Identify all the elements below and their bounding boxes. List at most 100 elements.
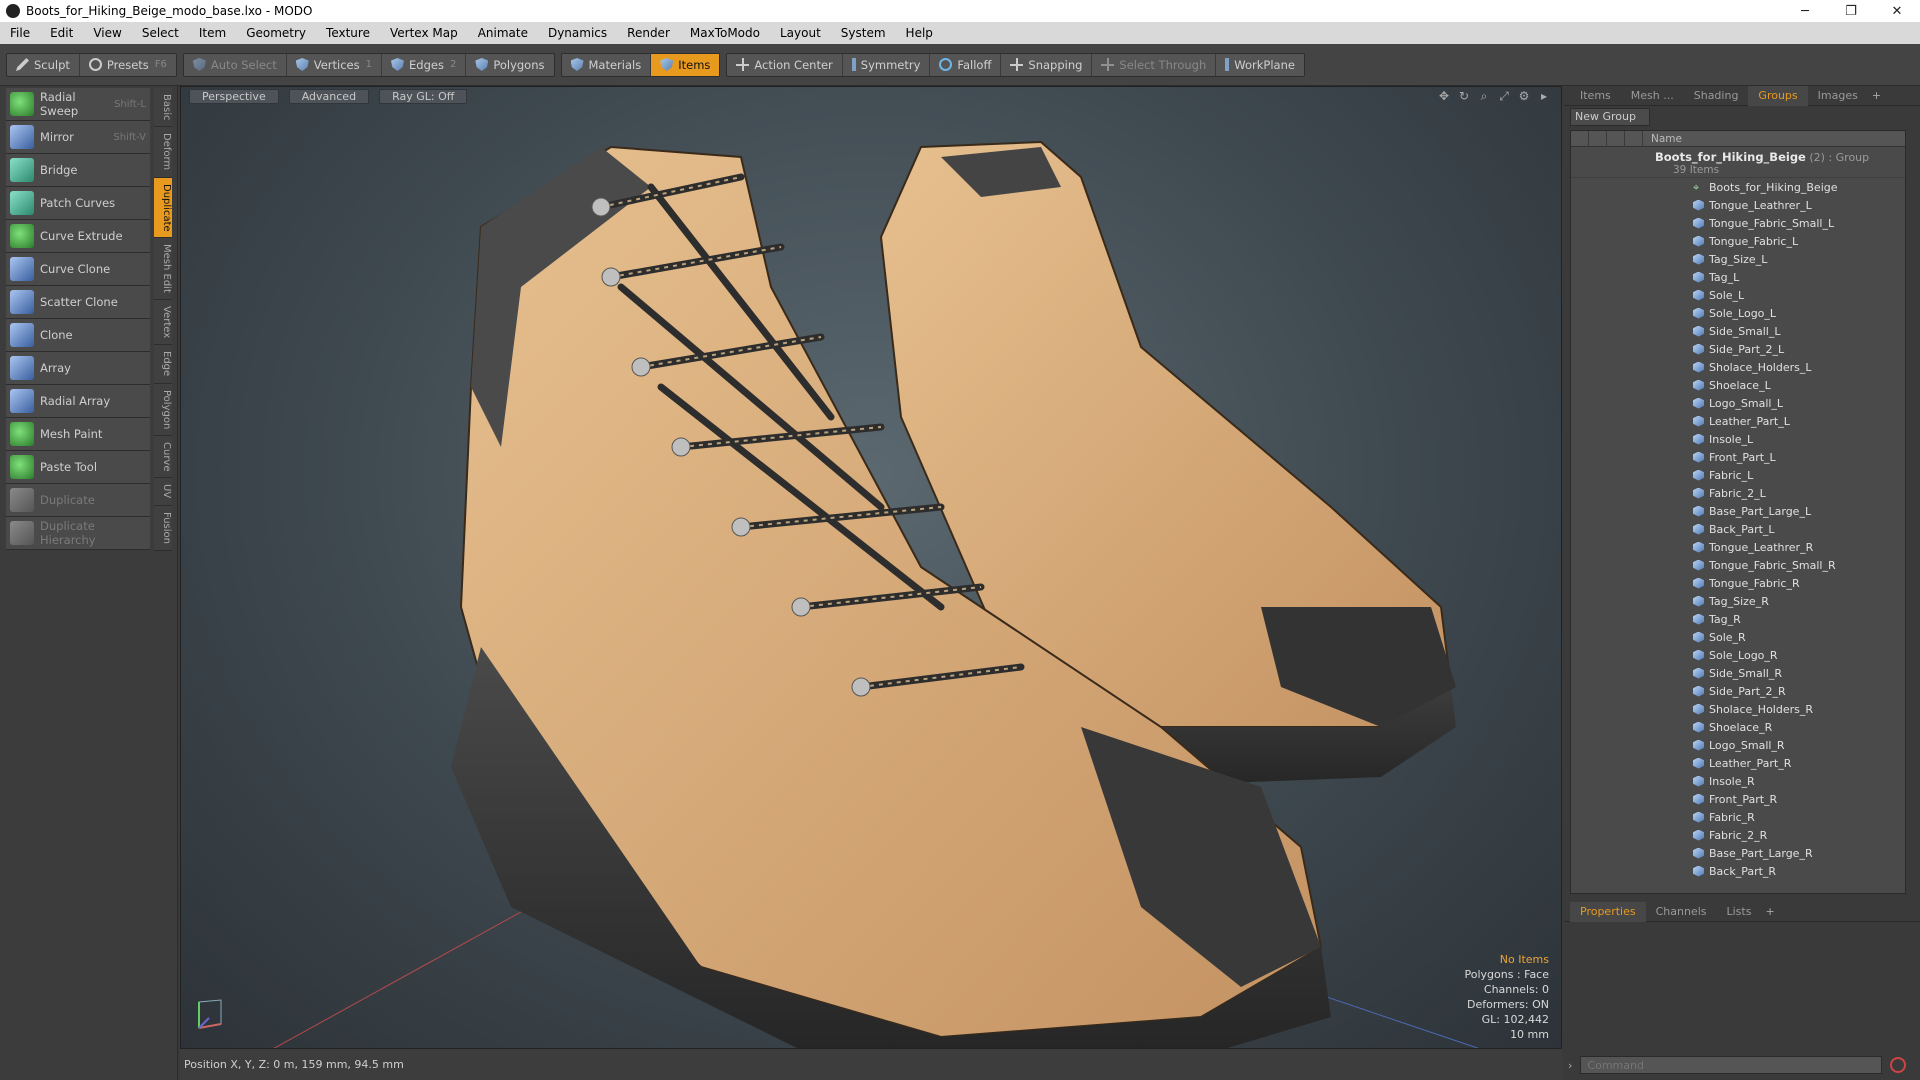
sculpt-button[interactable]: Sculpt (7, 53, 80, 76)
command-input[interactable] (1580, 1056, 1883, 1074)
falloff-button[interactable]: Falloff (930, 53, 1002, 76)
3d-viewport[interactable]: Perspective Advanced Ray GL: Off ✥ ↻ ⌕ ⤢… (180, 86, 1562, 1049)
list-item[interactable]: Sole_R (1571, 628, 1905, 646)
list-item[interactable]: Front_Part_R (1571, 790, 1905, 808)
vtab-uv[interactable]: UV (154, 478, 172, 506)
workplane-button[interactable]: WorkPlane (1216, 54, 1304, 76)
tool-radial-sweep[interactable]: Radial Sweep Shift-L (6, 88, 150, 121)
list-item[interactable]: Side_Part_2_L (1571, 340, 1905, 358)
tool-bridge[interactable]: Bridge (6, 154, 150, 187)
tool-patch-curves[interactable]: Patch Curves (6, 187, 150, 220)
rotate-icon[interactable]: ↻ (1457, 89, 1471, 103)
group-row[interactable]: Boots_for_Hiking_Beige (2) : Group 39 It… (1571, 147, 1905, 178)
menu-vertex-map[interactable]: Vertex Map (380, 26, 468, 40)
render-col-icon[interactable] (1589, 131, 1607, 147)
tool-mesh-paint[interactable]: Mesh Paint (6, 418, 150, 451)
eye-icon[interactable] (1571, 150, 1589, 162)
list-item[interactable]: Logo_Small_L (1571, 394, 1905, 412)
list-item[interactable]: Tongue_Fabric_L (1571, 232, 1905, 250)
list-item[interactable]: Side_Small_R (1571, 664, 1905, 682)
action-center-button[interactable]: Action Center (727, 53, 843, 76)
list-item[interactable]: Sholace_Holders_L (1571, 358, 1905, 376)
vtab-mesh-edit[interactable]: Mesh Edit (154, 238, 172, 301)
symmetry-button[interactable]: Symmetry (843, 53, 931, 76)
select-through-button[interactable]: Select Through (1092, 53, 1217, 76)
menu-render[interactable]: Render (617, 26, 680, 40)
list-item[interactable]: Back_Part_L (1571, 520, 1905, 538)
items-button[interactable]: Items (651, 53, 720, 76)
tool-curve-extrude[interactable]: Curve Extrude (6, 220, 150, 253)
command-chevron-icon[interactable]: › (1568, 1059, 1572, 1072)
list-item[interactable]: Sole_Logo_R (1571, 646, 1905, 664)
name-column-header[interactable]: Name (1643, 133, 1682, 145)
visibility-col-icon[interactable] (1571, 131, 1589, 147)
list-item[interactable]: Tongue_Fabric_Small_L (1571, 214, 1905, 232)
menu-help[interactable]: Help (896, 26, 943, 40)
list-item[interactable]: Tag_Size_L (1571, 250, 1905, 268)
command-run-icon[interactable] (1890, 1057, 1907, 1073)
list-item[interactable]: Tag_L (1571, 268, 1905, 286)
vtab-deform[interactable]: Deform (154, 127, 172, 178)
list-item[interactable]: Front_Part_L (1571, 448, 1905, 466)
materials-button[interactable]: Materials (562, 53, 652, 76)
tab-groups[interactable]: Groups (1748, 85, 1808, 106)
auto-select-button[interactable]: Auto Select (184, 53, 287, 76)
list-item[interactable]: Sole_L (1571, 286, 1905, 304)
list-item[interactable]: Logo_Small_R (1571, 736, 1905, 754)
tab-properties[interactable]: Properties (1570, 901, 1646, 922)
list-item[interactable]: Base_Part_Large_L (1571, 502, 1905, 520)
fit-icon[interactable]: ⤢ (1497, 89, 1511, 103)
chevron-right-icon[interactable]: ▸ (1537, 89, 1551, 103)
list-item[interactable]: Tongue_Leathrer_L (1571, 196, 1905, 214)
tab-shading[interactable]: Shading (1684, 86, 1749, 106)
shading-mode-menu[interactable]: Advanced (288, 88, 370, 104)
menu-edit[interactable]: Edit (40, 26, 83, 40)
list-item[interactable]: Insole_R (1571, 772, 1905, 790)
list-item[interactable]: Fabric_2_R (1571, 826, 1905, 844)
add-tab-icon[interactable]: + (1872, 89, 1881, 102)
list-item[interactable]: Tongue_Fabric_R (1571, 574, 1905, 592)
maximize-button[interactable]: ❐ (1828, 0, 1874, 22)
new-group-button[interactable]: New Group (1570, 108, 1650, 126)
menu-animate[interactable]: Animate (468, 26, 538, 40)
list-item[interactable]: Shoelace_L (1571, 376, 1905, 394)
list-item[interactable]: Tag_R (1571, 610, 1905, 628)
tab-lists[interactable]: Lists (1717, 902, 1762, 922)
view-type-menu[interactable]: Perspective (189, 88, 279, 104)
list-item[interactable]: Leather_Part_R (1571, 754, 1905, 772)
list-item[interactable]: Fabric_2_L (1571, 484, 1905, 502)
edges-button[interactable]: Edges 2 (382, 53, 467, 76)
menu-texture[interactable]: Texture (316, 26, 380, 40)
menu-view[interactable]: View (83, 26, 131, 40)
menu-file[interactable]: File (0, 26, 40, 40)
minimize-button[interactable]: ─ (1782, 0, 1828, 22)
list-item[interactable]: Base_Part_Large_R (1571, 844, 1905, 862)
vtab-vertex[interactable]: Vertex (154, 300, 172, 346)
menu-item[interactable]: Item (189, 26, 236, 40)
select-col-icon[interactable] (1625, 131, 1643, 147)
list-item[interactable]: ⌖ Boots_for_Hiking_Beige (1571, 178, 1905, 196)
close-button[interactable]: ✕ (1874, 0, 1920, 22)
vtab-fusion[interactable]: Fusion (154, 505, 172, 551)
menu-maxtomodo[interactable]: MaxToModo (680, 26, 770, 40)
vtab-curve[interactable]: Curve (154, 435, 172, 479)
tab-images[interactable]: Images (1808, 86, 1868, 106)
list-item[interactable]: Fabric_R (1571, 808, 1905, 826)
polygons-button[interactable]: Polygons (466, 54, 553, 76)
tool-array[interactable]: Array (6, 352, 150, 385)
pan-icon[interactable]: ✥ (1437, 89, 1451, 103)
list-item[interactable]: Fabric_L (1571, 466, 1905, 484)
list-item[interactable]: Sholace_Holders_R (1571, 700, 1905, 718)
list-item[interactable]: Leather_Part_L (1571, 412, 1905, 430)
list-item[interactable]: Side_Small_L (1571, 322, 1905, 340)
tab-items[interactable]: Items (1570, 86, 1621, 106)
tool-scatter-clone[interactable]: Scatter Clone (6, 286, 150, 319)
list-item[interactable]: Tongue_Leathrer_R (1571, 538, 1905, 556)
select-icon[interactable] (1625, 150, 1643, 162)
gear-icon[interactable]: ⚙ (1517, 89, 1531, 103)
add-properties-tab-icon[interactable]: + (1765, 905, 1774, 918)
tool-mirror[interactable]: Mirror Shift-V (6, 121, 150, 154)
vtab-polygon[interactable]: Polygon (154, 383, 172, 436)
list-item[interactable]: Sole_Logo_L (1571, 304, 1905, 322)
raygl-toggle[interactable]: Ray GL: Off (379, 88, 468, 104)
